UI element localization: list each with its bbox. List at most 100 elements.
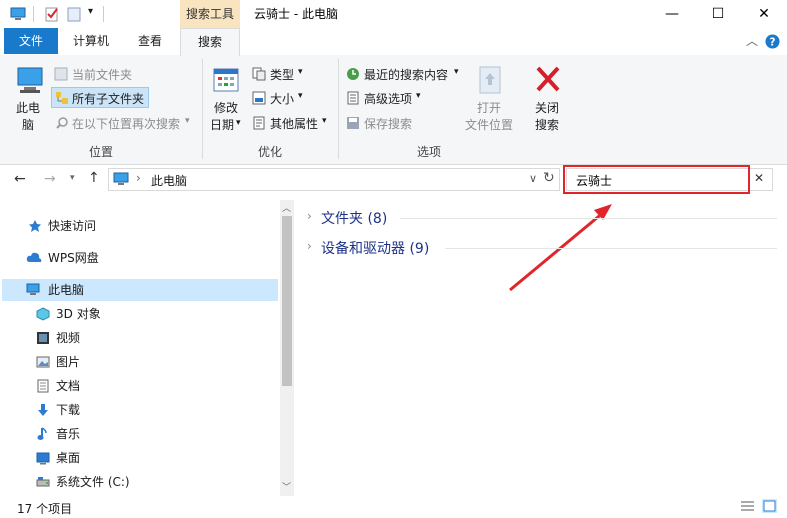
- close-search-icon: [536, 66, 560, 92]
- open-location-button-line2[interactable]: 文件位置: [465, 116, 513, 133]
- this-pc-button-line2[interactable]: 脑: [22, 116, 34, 133]
- collapse-ribbon-icon[interactable]: ︿: [746, 32, 758, 49]
- current-folder-button[interactable]: 当前文件夹: [72, 66, 132, 83]
- minimize-button[interactable]: —: [649, 0, 695, 28]
- nav-label: 视频: [56, 331, 81, 345]
- video-icon: [37, 332, 49, 344]
- nav-item-documents[interactable]: 文档: [36, 375, 80, 397]
- help-icon[interactable]: ?: [765, 34, 780, 49]
- nav-item-downloads[interactable]: 下载: [36, 399, 80, 421]
- chevron-down-icon[interactable]: ▾: [416, 91, 421, 101]
- advanced-options-button[interactable]: 高级选项: [364, 90, 412, 107]
- all-subfolders-label: 所有子文件夹: [72, 92, 145, 106]
- nav-item-wps[interactable]: WPS网盘: [26, 247, 99, 269]
- large-icons-view-icon[interactable]: [762, 499, 777, 513]
- nav-item-this-pc[interactable]: 此电脑: [2, 279, 278, 301]
- chevron-right-icon[interactable]: ›: [307, 209, 312, 223]
- open-location-button[interactable]: 打开: [477, 99, 501, 116]
- tab-search[interactable]: 搜索: [180, 28, 240, 56]
- nav-label: 系统文件 (C:): [56, 475, 130, 489]
- section-divider: [400, 218, 777, 219]
- nav-item-desktop[interactable]: 桌面: [36, 447, 80, 469]
- context-tab-search-tools: 搜索工具: [180, 0, 240, 28]
- open-location-icon: [479, 66, 501, 94]
- chevron-down-icon[interactable]: ∨: [529, 172, 537, 185]
- size-button[interactable]: 大小: [270, 90, 294, 107]
- scroll-up-icon[interactable]: ︿: [282, 201, 291, 214]
- desktop-icon: [36, 452, 50, 465]
- breadcrumb-this-pc[interactable]: 此电脑: [151, 172, 187, 189]
- chevron-down-icon[interactable]: ▾: [88, 6, 93, 17]
- search-again-button[interactable]: 在以下位置再次搜索: [72, 115, 180, 132]
- chevron-down-icon[interactable]: ▾: [322, 116, 327, 126]
- navigation-pane: 快速访问 WPS网盘 此电脑 3D 对象 视频 图片 文档 下载 音乐 桌面 系…: [0, 200, 294, 496]
- cloud-icon: [26, 252, 42, 262]
- nav-label: 文档: [56, 379, 81, 393]
- forward-icon[interactable]: →: [44, 171, 56, 187]
- this-pc-icon: [17, 67, 43, 93]
- nav-label: 音乐: [56, 427, 81, 441]
- size-icon: [252, 91, 266, 105]
- nav-item-music[interactable]: 音乐: [36, 423, 80, 445]
- item-count: 17 个项目: [17, 502, 73, 516]
- tab-file[interactable]: 文件: [4, 28, 58, 54]
- date-modified-button-line2[interactable]: 日期: [210, 116, 234, 133]
- chevron-down-icon[interactable]: ▾: [454, 67, 459, 77]
- save-icon: [347, 117, 359, 129]
- clear-search-icon[interactable]: ✕: [754, 171, 764, 185]
- chevron-right-icon[interactable]: ›: [307, 239, 312, 253]
- download-icon: [38, 404, 48, 416]
- ribbon: 此电 脑 当前文件夹 所有子文件夹 在以下位置再次搜索 ▾ 位置 修改 日期 ▾…: [0, 55, 787, 165]
- nav-label: 图片: [56, 355, 81, 369]
- section-devices[interactable]: 设备和驱动器 (9): [321, 238, 429, 258]
- computer-icon[interactable]: [10, 6, 26, 22]
- chevron-down-icon[interactable]: ▾: [185, 116, 190, 126]
- picture-icon: [36, 356, 50, 368]
- chevron-down-icon[interactable]: ▾: [298, 67, 303, 77]
- nav-scrollbar-thumb[interactable]: [282, 216, 292, 386]
- close-search-button[interactable]: 关闭: [535, 99, 559, 116]
- new-folder-icon[interactable]: [66, 6, 82, 22]
- group-label-options: 选项: [416, 145, 441, 159]
- ribbon-tabs: 文件 计算机 查看 ︿ ?: [0, 28, 787, 56]
- recent-searches-button[interactable]: 最近的搜索内容: [364, 66, 448, 83]
- nav-label: 下载: [56, 403, 81, 417]
- advanced-options-icon: [347, 91, 359, 105]
- nav-item-videos[interactable]: 视频: [36, 327, 80, 349]
- group-label-location: 位置: [88, 145, 113, 159]
- tab-computer[interactable]: 计算机: [62, 28, 120, 54]
- other-properties-button[interactable]: 其他属性: [270, 115, 318, 132]
- tab-view[interactable]: 查看: [124, 28, 176, 54]
- this-pc-button[interactable]: 此电: [16, 99, 40, 116]
- window-title: 云骑士 - 此电脑: [254, 7, 338, 21]
- nav-item-system-drive[interactable]: 系统文件 (C:): [36, 471, 130, 493]
- folder-icon: [54, 67, 68, 81]
- nav-item-quick-access[interactable]: 快速访问: [28, 215, 96, 237]
- nav-item-pictures[interactable]: 图片: [36, 351, 80, 373]
- type-button[interactable]: 类型: [270, 66, 294, 83]
- chevron-down-icon[interactable]: ▾: [298, 91, 303, 101]
- close-search-button-line2[interactable]: 搜索: [535, 116, 559, 133]
- details-view-icon[interactable]: [740, 500, 755, 513]
- back-icon[interactable]: ←: [14, 171, 26, 187]
- breadcrumb-separator-icon[interactable]: ›: [136, 171, 141, 185]
- up-icon[interactable]: ↑: [88, 170, 100, 186]
- section-folders[interactable]: 文件夹 (8): [321, 208, 387, 228]
- nav-label: 3D 对象: [56, 307, 101, 321]
- refresh-icon[interactable]: ↻: [543, 170, 555, 186]
- save-search-button[interactable]: 保存搜索: [364, 115, 412, 132]
- properties-icon[interactable]: [44, 6, 60, 22]
- divider: [33, 6, 34, 22]
- divider: [103, 6, 104, 22]
- chevron-down-icon[interactable]: ▾: [70, 173, 75, 183]
- address-bar[interactable]: › 此电脑 ∨: [108, 168, 560, 191]
- computer-icon: [26, 283, 40, 295]
- nav-item-3d-objects[interactable]: 3D 对象: [36, 303, 101, 325]
- svg-text:?: ?: [770, 36, 776, 48]
- scroll-down-icon[interactable]: ﹀: [282, 480, 291, 493]
- drive-icon: [36, 477, 50, 487]
- close-button[interactable]: ✕: [741, 0, 787, 28]
- date-modified-button[interactable]: 修改: [214, 99, 238, 116]
- chevron-down-icon[interactable]: ▾: [236, 118, 241, 128]
- maximize-button[interactable]: ☐: [695, 0, 741, 28]
